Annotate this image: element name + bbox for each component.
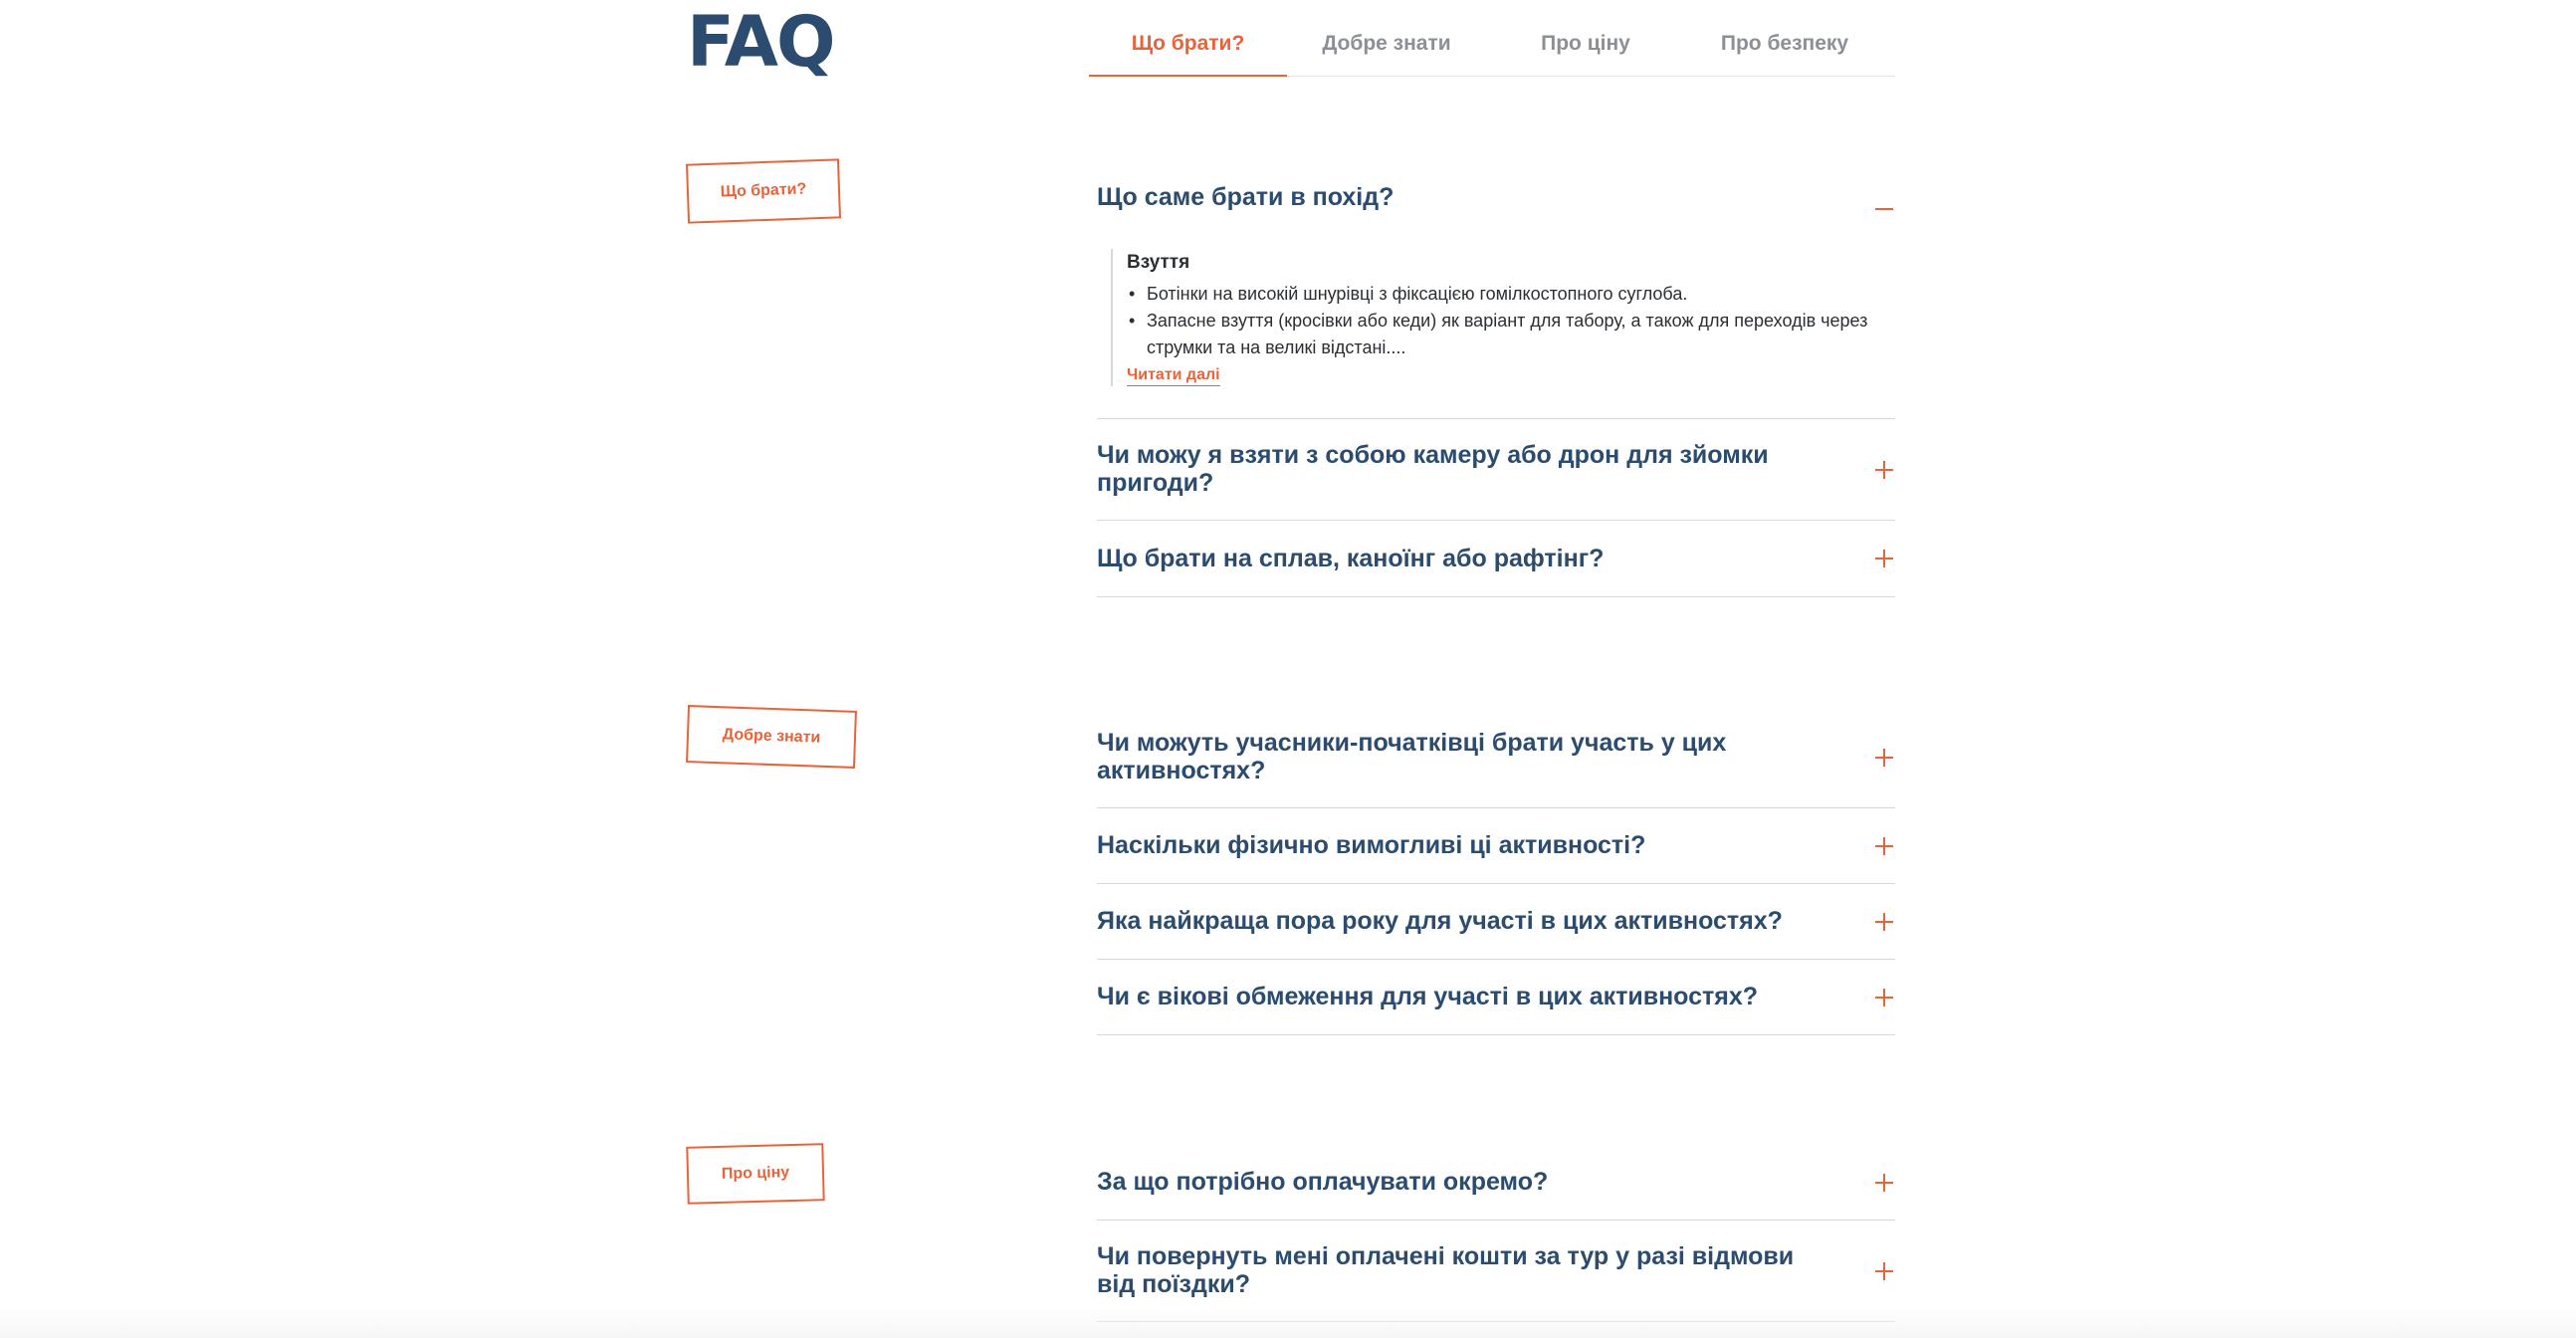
tab-what-to-take[interactable]: Що брати? bbox=[1089, 0, 1287, 77]
answer-title: Взуття bbox=[1127, 252, 1190, 273]
faq-item[interactable]: Чи можуть учасники-початківці брати учас… bbox=[1097, 707, 1895, 808]
faq-question: Чи можу я взяти з собою камеру або дрон … bbox=[1097, 441, 1769, 497]
answer-list: Ботінки на високій шнурівці з фіксацією … bbox=[1127, 281, 1895, 361]
faq-item[interactable]: Яка найкраща пора року для участі в цих … bbox=[1097, 884, 1895, 960]
plus-icon[interactable] bbox=[1875, 836, 1893, 855]
faq-tabs: Що брати? Добре знати Про ціну Про безпе… bbox=[1089, 0, 1895, 77]
faq-item[interactable]: Що брати на сплав, каноїнг або рафтінг? bbox=[1097, 521, 1895, 597]
faq-answer: Взуття Ботінки на високій шнурівці з фік… bbox=[1111, 249, 1895, 386]
tab-about-safety[interactable]: Про безпеку bbox=[1685, 0, 1884, 75]
plus-icon[interactable] bbox=[1875, 912, 1893, 931]
bottom-fade bbox=[0, 1308, 2576, 1338]
plus-icon[interactable] bbox=[1875, 748, 1893, 767]
faq-logo: FAQ bbox=[687, 1, 835, 83]
minus-icon[interactable] bbox=[1875, 200, 1893, 218]
list-item: Запасне взуття (кросівки або кеди) як ва… bbox=[1127, 308, 1895, 361]
read-more-link[interactable]: Читати далі bbox=[1127, 365, 1220, 386]
faq-question: Наскільки фізично вимогливі ці активност… bbox=[1097, 831, 1646, 859]
faq-item[interactable]: Чи можу я взяти з собою камеру або дрон … bbox=[1097, 419, 1895, 521]
plus-icon[interactable] bbox=[1875, 988, 1893, 1006]
faq-item[interactable]: За що потрібно оплачувати окремо? bbox=[1097, 1145, 1895, 1221]
section-stamp-what-to-take: Що брати? bbox=[685, 158, 842, 224]
faq-question: Чи є вікові обмеження для участі в цих а… bbox=[1097, 983, 1759, 1010]
faq-question: Що саме брати в похід? bbox=[1097, 183, 1395, 211]
faq-question: Що брати на сплав, каноїнг або рафтінг? bbox=[1097, 545, 1605, 572]
faq-section-good-to-know: Чи можуть учасники-початківці брати учас… bbox=[1097, 707, 1895, 1035]
faq-question: Чи повернуть мені оплачені кошти за тур … bbox=[1097, 1242, 1795, 1298]
plus-icon[interactable] bbox=[1875, 1173, 1893, 1192]
faq-question: Чи можуть учасники-початківці брати учас… bbox=[1097, 729, 1727, 784]
faq-item[interactable]: Наскільки фізично вимогливі ці активност… bbox=[1097, 808, 1895, 884]
list-item: Ботінки на високій шнурівці з фіксацією … bbox=[1127, 281, 1895, 308]
section-stamp-about-price: Про ціну bbox=[686, 1143, 825, 1205]
plus-icon[interactable] bbox=[1875, 1261, 1893, 1280]
tab-good-to-know[interactable]: Добре знати bbox=[1287, 0, 1486, 75]
faq-item[interactable]: Що саме брати в похід? Взуття Ботінки на… bbox=[1097, 159, 1895, 419]
faq-question: За що потрібно оплачувати окремо? bbox=[1097, 1168, 1549, 1196]
faq-section-what-to-take: Що саме брати в похід? Взуття Ботінки на… bbox=[1097, 159, 1895, 597]
faq-item[interactable]: Чи повернуть мені оплачені кошти за тур … bbox=[1097, 1221, 1895, 1322]
faq-question: Яка найкраща пора року для участі в цих … bbox=[1097, 907, 1783, 935]
plus-icon[interactable] bbox=[1875, 460, 1893, 479]
faq-item[interactable]: Чи є вікові обмеження для участі в цих а… bbox=[1097, 960, 1895, 1035]
section-stamp-good-to-know: Добре знати bbox=[686, 705, 857, 769]
plus-icon[interactable] bbox=[1875, 550, 1893, 567]
faq-section-about-price: За що потрібно оплачувати окремо? Чи пов… bbox=[1097, 1145, 1895, 1322]
tab-about-price[interactable]: Про ціну bbox=[1486, 0, 1685, 75]
